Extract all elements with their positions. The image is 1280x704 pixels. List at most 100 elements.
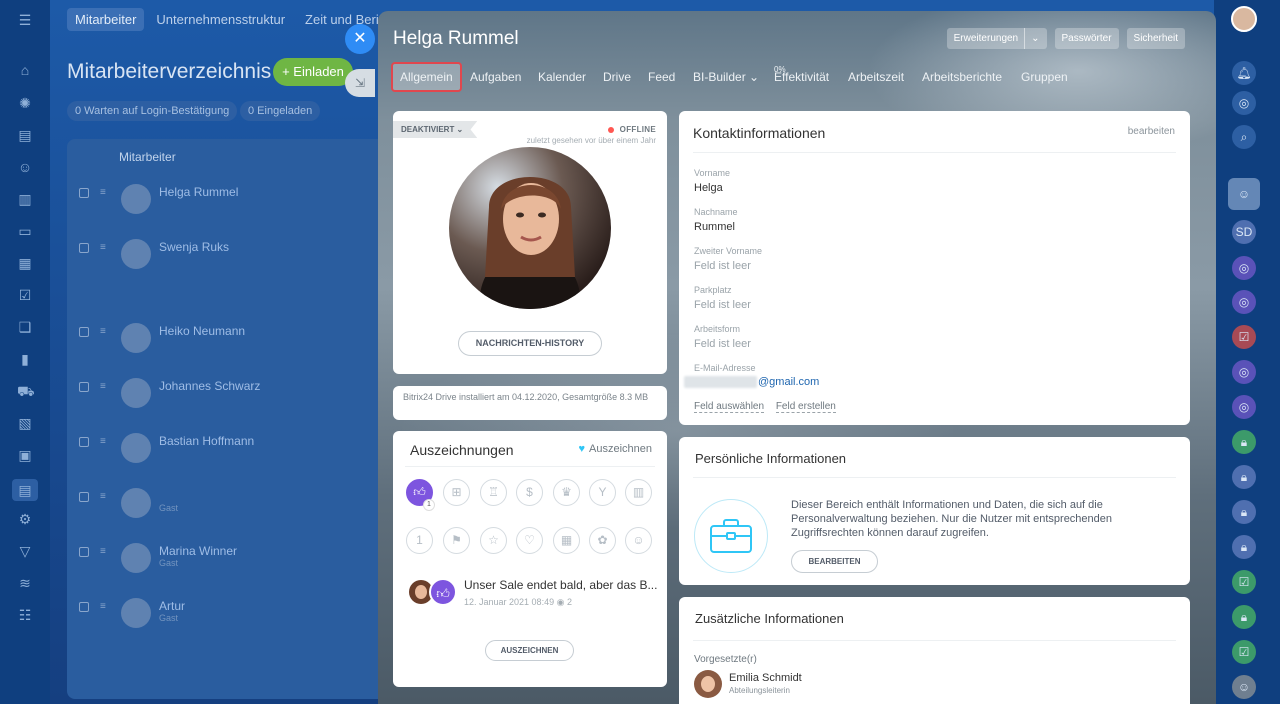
- check-icon[interactable]: ☑: [17, 287, 33, 303]
- tab-worktime[interactable]: Arbeitszeit: [848, 62, 904, 92]
- drag-icon[interactable]: ≡: [100, 491, 106, 502]
- drag-icon[interactable]: ≡: [100, 601, 106, 612]
- security-button[interactable]: Sicherheit: [1126, 28, 1185, 49]
- bg-tab-structure[interactable]: Unternehmensstruktur: [148, 8, 293, 31]
- chat-group-icon[interactable]: ◎: [1232, 360, 1256, 384]
- chat-lock-icon[interactable]: 🔒︎: [1232, 465, 1256, 489]
- row-checkbox[interactable]: [79, 492, 89, 502]
- tab-general[interactable]: Allgemein: [391, 62, 462, 92]
- tab-calendar[interactable]: Kalender: [538, 62, 586, 92]
- minimize-slider-button[interactable]: ⇲: [345, 69, 375, 97]
- supervisor-name[interactable]: Emilia Schmidt: [729, 672, 802, 684]
- my-avatar[interactable]: [1231, 6, 1257, 32]
- employees-icon[interactable]: ☺: [17, 159, 33, 175]
- bg-tab-employees[interactable]: Mitarbeiter: [67, 8, 145, 31]
- award-money-icon[interactable]: $: [516, 479, 543, 506]
- online-icon[interactable]: ◎: [1232, 91, 1256, 115]
- award-crown-icon[interactable]: ♛: [553, 479, 580, 506]
- documents-icon[interactable]: ▥: [17, 191, 33, 207]
- table-row[interactable]: ≡ Johannes Schwarz: [67, 378, 397, 418]
- notifications-icon[interactable]: 🔔︎: [1232, 61, 1256, 85]
- row-checkbox[interactable]: [79, 327, 89, 337]
- status-ribbon[interactable]: DEAKTIVIERT ⌄: [393, 121, 478, 138]
- home-icon[interactable]: ⌂: [17, 62, 33, 78]
- chat-icon[interactable]: ❑: [17, 319, 33, 335]
- tab-bi-builder[interactable]: BI-Builder ⌄: [693, 62, 759, 92]
- avatar[interactable]: [694, 670, 722, 698]
- row-name[interactable]: Marina Winner: [159, 544, 237, 558]
- chat-task-icon[interactable]: ☑: [1232, 325, 1256, 349]
- award-smile-icon[interactable]: ☺: [625, 527, 652, 554]
- tab-drive[interactable]: Drive: [603, 62, 631, 92]
- table-row[interactable]: ≡ Heiko Neumann: [67, 323, 397, 363]
- select-field-link[interactable]: Feld auswählen: [694, 401, 765, 413]
- field-email[interactable]: @gmail.com: [684, 376, 819, 389]
- award-gift-icon[interactable]: ⊞: [443, 479, 470, 506]
- edit-contact-link[interactable]: bearbeiten: [1128, 126, 1175, 137]
- chat-lock-icon[interactable]: 🔒︎: [1232, 535, 1256, 559]
- chat-lock-icon[interactable]: 🔒︎: [1232, 605, 1256, 629]
- sites-icon[interactable]: ▦: [17, 255, 33, 271]
- award-feed-post[interactable]: Unser Sale endet bald, aber das B...: [464, 578, 657, 592]
- settings-icon[interactable]: ⚙: [17, 511, 33, 527]
- award-cake-icon[interactable]: ▥: [625, 479, 652, 506]
- drag-icon[interactable]: ≡: [100, 326, 106, 337]
- row-name[interactable]: Swenja Ruks: [159, 240, 229, 254]
- award-star-icon[interactable]: ☆: [480, 527, 507, 554]
- chat-lock-icon[interactable]: 🔒︎: [1232, 500, 1256, 524]
- chat-group-icon[interactable]: ◎: [1232, 395, 1256, 419]
- row-name[interactable]: Artur: [159, 599, 185, 613]
- inventory-icon[interactable]: ▣: [17, 447, 33, 463]
- chat-avatar[interactable]: ☺: [1232, 675, 1256, 699]
- tab-work-reports[interactable]: Arbeitsberichte: [922, 62, 1002, 92]
- chat-avatar-active[interactable]: ☺: [1228, 178, 1260, 210]
- row-checkbox[interactable]: [79, 547, 89, 557]
- award-trophy-icon[interactable]: ♖: [480, 479, 507, 506]
- chat-group-icon[interactable]: ◎: [1232, 256, 1256, 280]
- award-cocktail-icon[interactable]: Y: [589, 479, 616, 506]
- drag-icon[interactable]: ≡: [100, 436, 106, 447]
- row-name[interactable]: Bastian Hoffmann: [159, 434, 254, 448]
- drag-icon[interactable]: ≡: [100, 546, 106, 557]
- invite-button[interactable]: + Einladen: [273, 58, 353, 86]
- drag-icon[interactable]: ≡: [100, 242, 106, 253]
- table-row[interactable]: ≡ Marina Winner Gast: [67, 543, 397, 583]
- cart-icon[interactable]: ⛟: [17, 383, 35, 399]
- table-row[interactable]: ≡ Artur Gast: [67, 598, 397, 638]
- filter-invited[interactable]: 0 Eingeladen: [240, 101, 321, 121]
- tab-groups[interactable]: Gruppen: [1021, 62, 1068, 92]
- edit-personal-button[interactable]: BEARBEITEN: [791, 550, 878, 573]
- row-name[interactable]: Heiko Neumann: [159, 324, 245, 338]
- company-icon[interactable]: ▤: [12, 479, 38, 501]
- give-award-link[interactable]: ♥ Auszeichnen: [578, 443, 652, 455]
- award-flag-icon[interactable]: ⚑: [443, 527, 470, 554]
- tab-tasks[interactable]: Aufgaben: [470, 62, 521, 92]
- tasks-icon[interactable]: ▤: [17, 127, 33, 143]
- passwords-button[interactable]: Passwörter: [1054, 28, 1119, 49]
- close-slider-button[interactable]: ✕: [345, 24, 375, 54]
- filter-awaiting-login[interactable]: 0 Warten auf Login-Bestätigung: [67, 101, 238, 121]
- row-checkbox[interactable]: [79, 602, 89, 612]
- tab-efficiency[interactable]: 0% Effektivität: [774, 62, 829, 92]
- give-award-button[interactable]: AUSZEICHNEN: [485, 640, 574, 661]
- drag-icon[interactable]: ≡: [100, 381, 106, 392]
- chat-group-icon[interactable]: ◎: [1232, 290, 1256, 314]
- table-row[interactable]: ≡ Swenja Ruks: [67, 239, 397, 279]
- row-checkbox[interactable]: [79, 188, 89, 198]
- table-row[interactable]: ≡ Gast: [67, 488, 397, 528]
- filter-icon[interactable]: ▽: [17, 543, 33, 559]
- extensions-button[interactable]: Erweiterungen ⌄: [946, 28, 1047, 49]
- chat-task-icon[interactable]: ☑: [1232, 640, 1256, 664]
- drag-icon[interactable]: ≡: [100, 187, 106, 198]
- row-checkbox[interactable]: [79, 382, 89, 392]
- award-flower-icon[interactable]: ✿: [589, 527, 616, 554]
- chat-task-icon[interactable]: ☑: [1232, 570, 1256, 594]
- chat-sd-icon[interactable]: SD: [1232, 220, 1256, 244]
- table-row[interactable]: ≡ Helga Rummel: [67, 184, 397, 224]
- profile-photo[interactable]: [449, 147, 611, 309]
- tab-feed[interactable]: Feed: [648, 62, 675, 92]
- message-history-button[interactable]: NACHRICHTEN-HISTORY: [458, 331, 602, 356]
- broadcast-icon[interactable]: ≋: [17, 575, 33, 591]
- menu-icon[interactable]: ☰: [17, 12, 33, 28]
- contract-icon[interactable]: ▧: [17, 415, 33, 431]
